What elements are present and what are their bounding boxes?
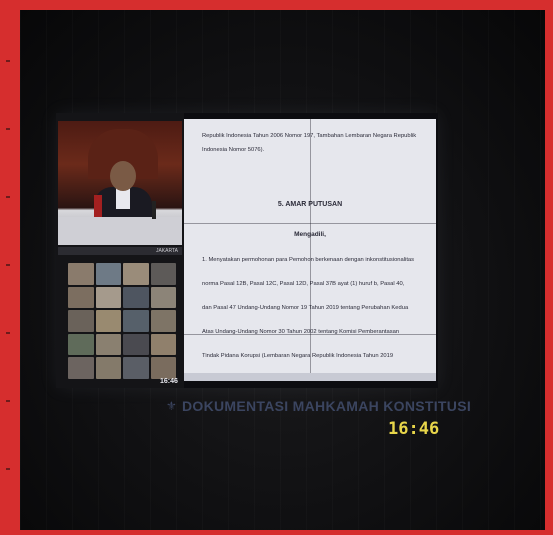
participant-tile <box>150 286 176 309</box>
participant-tile <box>95 357 121 379</box>
participant-tile <box>68 263 94 285</box>
screen-seam <box>184 334 436 335</box>
participant-tile <box>95 263 121 285</box>
participant-tile <box>123 286 149 309</box>
bench-desk <box>58 217 182 245</box>
document-status-bar <box>184 373 436 381</box>
doc-line: Tindak Pidana Korupsi (Lembaran Negara R… <box>202 353 394 359</box>
participant-tile <box>123 357 149 379</box>
participant-tile <box>95 310 121 332</box>
participant-tile <box>95 286 121 309</box>
doc-line: Indonesia Nomor 5076). <box>202 147 265 153</box>
small-timestamp: 16:46 <box>160 378 178 385</box>
participant-tile <box>68 333 94 356</box>
participant-tile <box>68 357 94 379</box>
panel-label: JAKARTA <box>155 248 178 254</box>
participant-tile <box>68 286 94 309</box>
big-timestamp: 16:46 <box>388 419 440 439</box>
participant-tile <box>68 310 94 332</box>
display-screen: JAKARTA 16:46 Republik Indonesia Tahun 2… <box>56 113 438 388</box>
participant-tile <box>150 333 176 356</box>
screen-seam <box>184 223 436 224</box>
participant-tile <box>150 357 176 379</box>
doc-line: norma Pasal 12B, Pasal 12C, Pasal 12D, P… <box>202 281 405 287</box>
garuda-emblem-icon: ⚜ <box>166 399 177 413</box>
judge-head <box>110 161 136 191</box>
participant-tile <box>123 263 149 285</box>
photo: JAKARTA 16:46 Republik Indonesia Tahun 2… <box>20 10 545 530</box>
screen-seam <box>310 119 311 381</box>
judge-camera-feed <box>58 121 182 245</box>
participant-tile <box>123 310 149 332</box>
participant-tile <box>123 333 149 356</box>
doc-line: 1. Menyatakan permohonan para Pemohon be… <box>202 257 415 263</box>
participant-tile <box>150 263 176 285</box>
participant-gallery <box>68 263 176 379</box>
panel-label-bar: JAKARTA <box>58 247 182 255</box>
video-panel: JAKARTA 16:46 <box>56 113 184 388</box>
participant-tile <box>150 310 176 332</box>
microphone-icon <box>152 201 156 219</box>
doc-line: dan Pasal 47 Undang-Undang Nomor 19 Tahu… <box>202 305 409 311</box>
participant-tile <box>95 333 121 356</box>
document-view: Republik Indonesia Tahun 2006 Nomor 197,… <box>184 119 436 381</box>
watermark: DOKUMENTASI MAHKAMAH KONSTITUSI <box>182 398 472 414</box>
